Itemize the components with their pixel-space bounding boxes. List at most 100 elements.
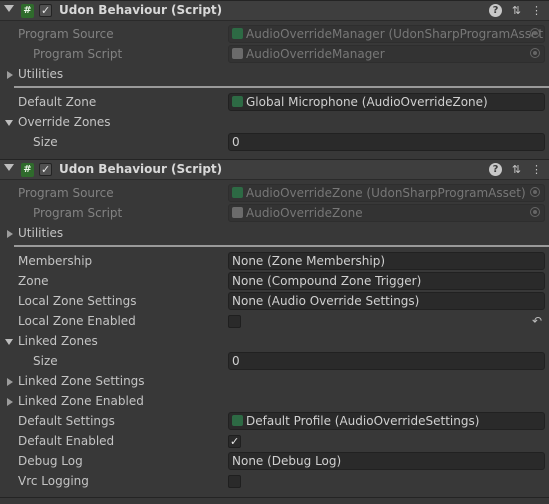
linked-zone-enabled-foldout[interactable]: Linked Zone Enabled xyxy=(0,391,549,411)
script-icon: # xyxy=(21,4,34,18)
program-script-field: AudioOverrideZone xyxy=(228,204,545,222)
utilities-foldout[interactable]: Utilities xyxy=(0,223,549,243)
override-zones-label[interactable]: Override Zones xyxy=(18,115,111,129)
program-script-label: Program Script xyxy=(33,206,123,220)
default-enabled-checkbox[interactable]: ✓ xyxy=(228,435,241,448)
local-zone-enabled-row: Local Zone Enabled ↶ xyxy=(0,311,549,331)
local-zone-settings-field[interactable]: None (Audio Override Settings) xyxy=(228,292,545,310)
zone-row: Zone None (Compound Zone Trigger) xyxy=(0,271,549,291)
debug-log-field[interactable]: None (Debug Log) xyxy=(228,452,545,470)
checkmark-icon: ✓ xyxy=(230,435,240,448)
program-script-row: Program Script AudioOverrideZone xyxy=(0,203,549,223)
override-zones-size-row: Size 0 xyxy=(0,132,549,152)
size-label: Size xyxy=(33,354,58,368)
linked-zones-size-input[interactable]: 0 xyxy=(228,352,545,370)
utilities-label[interactable]: Utilities xyxy=(18,226,63,240)
foldout-expanded-icon[interactable] xyxy=(4,5,14,12)
linked-zone-enabled-label[interactable]: Linked Zone Enabled xyxy=(18,394,144,408)
foldout-collapsed-icon[interactable] xyxy=(7,398,13,406)
component-title: Udon Behaviour (Script) xyxy=(59,162,223,176)
presets-icon[interactable]: ⇅ xyxy=(510,163,523,176)
linked-zone-settings-foldout[interactable]: Linked Zone Settings xyxy=(0,371,549,391)
context-menu-icon[interactable]: ⋮ xyxy=(530,163,543,176)
default-zone-row: Default Zone Global Microphone (AudioOve… xyxy=(0,92,549,112)
object-picker-icon xyxy=(530,207,540,217)
override-zones-size-input[interactable]: 0 xyxy=(228,133,545,151)
foldout-collapsed-icon[interactable] xyxy=(7,71,13,79)
object-picker-icon xyxy=(530,48,540,58)
program-script-value: AudioOverrideZone xyxy=(246,206,363,220)
program-source-label: Program Source xyxy=(18,186,114,200)
separator xyxy=(14,245,549,247)
script-file-icon xyxy=(232,207,243,218)
foldout-collapsed-icon[interactable] xyxy=(7,378,13,386)
membership-row: Membership None (Zone Membership) xyxy=(0,251,549,271)
program-source-row: Program Source AudioOverrideManager (Udo… xyxy=(0,24,549,44)
program-source-value: AudioOverrideManager (UdonSharpProgramAs… xyxy=(246,27,545,41)
presets-icon[interactable]: ⇅ xyxy=(510,4,523,17)
udon-asset-icon xyxy=(232,96,243,107)
linked-zones-foldout[interactable]: Linked Zones xyxy=(0,331,549,351)
default-zone-label: Default Zone xyxy=(18,95,97,109)
program-script-label: Program Script xyxy=(33,47,123,61)
default-enabled-label: Default Enabled xyxy=(18,434,115,448)
object-picker-icon xyxy=(530,187,540,197)
utilities-label[interactable]: Utilities xyxy=(18,67,63,81)
membership-label: Membership xyxy=(18,254,93,268)
context-menu-icon[interactable]: ⋮ xyxy=(530,4,543,17)
vrc-logging-checkbox[interactable] xyxy=(228,475,241,488)
local-zone-settings-label: Local Zone Settings xyxy=(18,294,137,308)
debug-log-row: Debug Log None (Debug Log) xyxy=(0,451,549,471)
zone-label: Zone xyxy=(18,274,49,288)
zone-field[interactable]: None (Compound Zone Trigger) xyxy=(228,272,545,290)
vrc-logging-row: Vrc Logging xyxy=(0,471,549,491)
program-script-field: AudioOverrideManager xyxy=(228,45,545,63)
membership-field[interactable]: None (Zone Membership) xyxy=(228,252,545,270)
bottom-divider xyxy=(0,497,549,498)
help-icon[interactable]: ? xyxy=(489,163,502,176)
utilities-foldout[interactable]: Utilities xyxy=(0,64,549,84)
program-source-row: Program Source AudioOverrideZone (UdonSh… xyxy=(0,183,549,203)
component-title: Udon Behaviour (Script) xyxy=(59,3,223,17)
linked-zones-label[interactable]: Linked Zones xyxy=(18,334,98,348)
vrc-logging-label: Vrc Logging xyxy=(18,474,89,488)
local-zone-enabled-checkbox[interactable] xyxy=(228,315,241,328)
udon-asset-icon xyxy=(232,415,243,426)
script-file-icon xyxy=(232,48,243,59)
linked-zones-size-row: Size 0 xyxy=(0,351,549,371)
separator xyxy=(14,86,549,88)
program-source-label: Program Source xyxy=(18,27,114,41)
default-zone-field[interactable]: Global Microphone (AudioOverrideZone) xyxy=(228,93,545,111)
help-icon[interactable]: ? xyxy=(489,4,502,17)
component-enabled-checkbox[interactable]: ✓ xyxy=(39,163,52,176)
default-settings-label: Default Settings xyxy=(18,414,115,428)
revert-icon[interactable]: ↶ xyxy=(532,314,542,328)
default-enabled-row: Default Enabled ✓ xyxy=(0,431,549,451)
program-source-field: AudioOverrideManager (UdonSharpProgramAs… xyxy=(228,25,545,43)
override-zones-foldout[interactable]: Override Zones xyxy=(0,112,549,132)
component-header-audio-override-zone[interactable]: # ✓ Udon Behaviour (Script) ? ⇅ ⋮ xyxy=(0,159,549,180)
program-script-row: Program Script AudioOverrideManager xyxy=(0,44,549,64)
local-zone-enabled-label: Local Zone Enabled xyxy=(18,314,136,328)
default-settings-value: Default Profile (AudioOverrideSettings) xyxy=(246,414,480,428)
checkmark-icon: ✓ xyxy=(41,4,51,17)
udon-asset-icon xyxy=(232,187,243,198)
checkmark-icon: ✓ xyxy=(41,163,51,176)
component-header-audio-override-manager[interactable]: # ✓ Udon Behaviour (Script) ? ⇅ ⋮ xyxy=(0,0,549,21)
foldout-expanded-icon[interactable] xyxy=(5,339,13,345)
component-enabled-checkbox[interactable]: ✓ xyxy=(39,4,52,17)
local-zone-settings-row: Local Zone Settings None (Audio Override… xyxy=(0,291,549,311)
object-picker-icon xyxy=(530,28,540,38)
foldout-expanded-icon[interactable] xyxy=(4,164,14,171)
program-source-value: AudioOverrideZone (UdonSharpProgramAsset… xyxy=(246,186,526,200)
script-icon: # xyxy=(21,163,34,177)
debug-log-label: Debug Log xyxy=(18,454,83,468)
linked-zone-settings-label[interactable]: Linked Zone Settings xyxy=(18,374,145,388)
default-settings-row: Default Settings Default Profile (AudioO… xyxy=(0,411,549,431)
foldout-expanded-icon[interactable] xyxy=(5,120,13,126)
default-zone-value: Global Microphone (AudioOverrideZone) xyxy=(246,95,488,109)
program-source-field: AudioOverrideZone (UdonSharpProgramAsset… xyxy=(228,184,545,202)
size-label: Size xyxy=(33,135,58,149)
foldout-collapsed-icon[interactable] xyxy=(7,230,13,238)
default-settings-field[interactable]: Default Profile (AudioOverrideSettings) xyxy=(228,412,545,430)
